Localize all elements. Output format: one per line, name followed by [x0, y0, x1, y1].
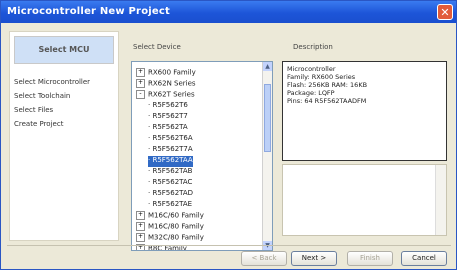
- tree-item-label: R5F562TAC: [152, 178, 193, 186]
- description-box: Microcontroller Family: RX600 Series Fla…: [282, 61, 447, 161]
- tree-item-label: RX62N Series: [148, 79, 196, 88]
- tree-item[interactable]: · R5F562TAE: [148, 200, 192, 211]
- scroll-thumb[interactable]: [264, 84, 271, 152]
- footer-divider: [7, 245, 451, 246]
- tree-item[interactable]: + M32C/80 Family: [136, 233, 204, 244]
- tree-item-label: RX600 Family: [148, 68, 196, 77]
- tree-item[interactable]: · R5F562T6: [148, 101, 188, 112]
- tree-item[interactable]: · R5F562TAD: [148, 189, 193, 200]
- description-line: Flash: 256KB RAM: 16KB: [287, 81, 368, 89]
- tree-item-label: R5F562TAA: [152, 156, 193, 164]
- expand-icon[interactable]: +: [136, 79, 145, 88]
- cancel-button[interactable]: Cancel: [401, 251, 447, 266]
- tree-item-label: R5F562TAB: [152, 167, 193, 175]
- description-line: Family: RX600 Series: [287, 73, 356, 81]
- tree-item-label: M16C/60 Family: [148, 211, 204, 220]
- device-tree[interactable]: ▲ ▼ + RX600 Family + RX62N Series - RX62T Ser…: [131, 61, 273, 251]
- title-bar: Microcontroller New Project ✕: [1, 1, 456, 23]
- tree-item[interactable]: · R5F562T7A: [148, 145, 193, 156]
- tree-item[interactable]: · R5F562TAC: [148, 178, 192, 189]
- step-item[interactable]: Select Files: [14, 106, 53, 114]
- close-icon[interactable]: ✕: [437, 4, 453, 20]
- tree-item[interactable]: · R5F562TAA: [148, 156, 193, 167]
- tree-item-label: R5F562TAE: [152, 200, 193, 208]
- device-header: Select Device: [133, 43, 181, 51]
- back-button[interactable]: < Back: [241, 251, 287, 266]
- tree-item[interactable]: + RX62N Series: [136, 79, 196, 90]
- step-item[interactable]: Create Project: [14, 120, 63, 128]
- tree-item[interactable]: · R5F562T6A: [148, 134, 193, 145]
- tree-item-label: R5F562T7: [152, 112, 188, 120]
- expand-icon[interactable]: +: [136, 222, 145, 231]
- expand-icon[interactable]: +: [136, 211, 145, 220]
- expand-icon[interactable]: +: [136, 68, 145, 77]
- expand-icon[interactable]: +: [136, 233, 145, 242]
- tree-item[interactable]: - RX62T Series: [136, 90, 195, 101]
- step-item[interactable]: Select Microcontroller: [14, 78, 90, 86]
- tree-item[interactable]: + M16C/60 Family: [136, 211, 204, 222]
- tree-item[interactable]: · R5F562TA: [148, 123, 188, 134]
- details-box: [282, 164, 447, 236]
- description-line: Package: LQFP: [287, 89, 335, 97]
- tree-item-label: RX62T Series: [148, 90, 195, 99]
- current-step-label: Select MCU: [14, 36, 114, 64]
- tree-item-label: R5F562T7A: [152, 145, 193, 153]
- tree-item-label: R5F562T6: [152, 101, 188, 109]
- tree-item[interactable]: + RX600 Family: [136, 68, 196, 79]
- tree-item[interactable]: · R5F562T7: [148, 112, 188, 123]
- new-project-dialog: Microcontroller New Project ✕ Select MCU…: [0, 0, 457, 270]
- tree-item[interactable]: + M16C/80 Family: [136, 222, 204, 233]
- finish-button[interactable]: Finish: [347, 251, 393, 266]
- tree-item-label: R5F562T6A: [152, 134, 193, 142]
- description-header: Description: [293, 43, 333, 51]
- tree-item-label: R5F562TA: [152, 123, 188, 131]
- next-button[interactable]: Next >: [291, 251, 337, 266]
- window-title: Microcontroller New Project: [7, 6, 170, 17]
- collapse-icon[interactable]: -: [136, 90, 145, 99]
- tree-item[interactable]: · R5F562TAB: [148, 167, 192, 178]
- description-line: Microcontroller: [287, 65, 336, 73]
- tree-item-label: M16C/80 Family: [148, 222, 204, 231]
- tree-item-label: R5F562TAD: [152, 189, 194, 197]
- tree-scrollbar[interactable]: ▲ ▼: [262, 62, 272, 250]
- scroll-up-icon[interactable]: ▲: [263, 62, 272, 71]
- description-line: Pins: 64 R5F562TAADFM: [287, 97, 367, 105]
- step-item[interactable]: Select Toolchain: [14, 92, 70, 100]
- tree-item-label: M32C/80 Family: [148, 233, 204, 242]
- details-scrollbar[interactable]: [435, 165, 446, 235]
- wizard-steps-panel: Select MCU Select Microcontroller Select…: [9, 31, 119, 241]
